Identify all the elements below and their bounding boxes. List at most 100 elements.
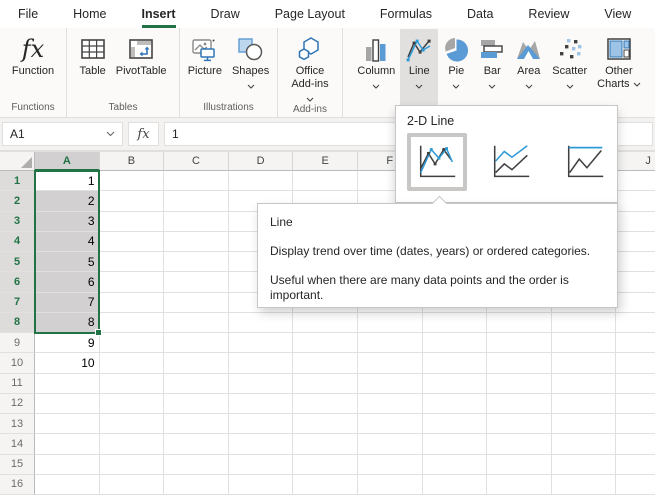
grid-cell[interactable]: [164, 353, 229, 373]
grid-cell[interactable]: [100, 313, 165, 333]
grid-cell[interactable]: [164, 333, 229, 353]
grid-cell[interactable]: [552, 313, 617, 333]
grid-cell[interactable]: [487, 353, 552, 373]
select-all-button[interactable]: [0, 152, 35, 171]
grid-cell[interactable]: [164, 191, 229, 211]
grid-cell[interactable]: [164, 394, 229, 414]
grid-cell[interactable]: [616, 394, 655, 414]
row-header[interactable]: 1: [0, 171, 35, 191]
grid-cell[interactable]: [616, 333, 655, 353]
column-header[interactable]: D: [229, 152, 294, 171]
grid-cell[interactable]: [35, 394, 100, 414]
row-header[interactable]: 9: [0, 333, 35, 353]
grid-cell[interactable]: [358, 374, 423, 394]
grid-cell[interactable]: 8: [35, 313, 100, 333]
row-header[interactable]: 4: [0, 232, 35, 252]
grid-cell[interactable]: [35, 455, 100, 475]
grid-cell[interactable]: [229, 394, 294, 414]
grid-cell[interactable]: [487, 455, 552, 475]
tab-file[interactable]: File: [18, 0, 38, 28]
row-header[interactable]: 10: [0, 353, 35, 373]
row-header[interactable]: 14: [0, 434, 35, 454]
column-header[interactable]: A: [35, 152, 100, 171]
grid-cell[interactable]: [100, 333, 165, 353]
grid-cell[interactable]: [229, 374, 294, 394]
grid-cell[interactable]: [100, 191, 165, 211]
column-header[interactable]: B: [100, 152, 165, 171]
grid-cell[interactable]: [164, 232, 229, 252]
grid-cell[interactable]: [616, 232, 655, 252]
tab-draw[interactable]: Draw: [211, 0, 240, 28]
grid-cell[interactable]: [616, 272, 655, 292]
table-button[interactable]: Table: [74, 29, 110, 100]
grid-cell[interactable]: [552, 414, 617, 434]
row-header[interactable]: 15: [0, 455, 35, 475]
column-header[interactable]: J: [616, 152, 655, 171]
grid-cell[interactable]: [552, 475, 617, 495]
grid-cell[interactable]: [423, 374, 488, 394]
grid-cell[interactable]: [100, 455, 165, 475]
row-header[interactable]: 6: [0, 272, 35, 292]
function-button[interactable]: fx Function: [7, 29, 59, 100]
grid-cell[interactable]: [164, 414, 229, 434]
grid-cell[interactable]: [552, 374, 617, 394]
column-header[interactable]: E: [293, 152, 358, 171]
grid-cell[interactable]: [552, 394, 617, 414]
grid-cell[interactable]: [487, 394, 552, 414]
grid-cell[interactable]: [164, 252, 229, 272]
grid-cell[interactable]: 7: [35, 293, 100, 313]
grid-cell[interactable]: [100, 434, 165, 454]
tab-view[interactable]: View: [604, 0, 631, 28]
tab-home[interactable]: Home: [73, 0, 106, 28]
line-chart-button[interactable]: Line: [400, 29, 438, 117]
grid-cell[interactable]: [293, 333, 358, 353]
grid-cell[interactable]: [229, 434, 294, 454]
grid-cell[interactable]: [35, 414, 100, 434]
grid-cell[interactable]: [358, 353, 423, 373]
grid-cell[interactable]: [293, 434, 358, 454]
grid-cell[interactable]: 10: [35, 353, 100, 373]
grid-cell[interactable]: [358, 434, 423, 454]
office-addins-button[interactable]: Office Add-ins: [286, 29, 333, 102]
name-box[interactable]: A1: [2, 122, 123, 146]
grid-cell[interactable]: 5: [35, 252, 100, 272]
grid-cell[interactable]: [358, 333, 423, 353]
grid-cell[interactable]: [423, 434, 488, 454]
shapes-button[interactable]: Shapes: [227, 29, 274, 100]
grid-cell[interactable]: [100, 374, 165, 394]
grid-cell[interactable]: [616, 414, 655, 434]
row-header[interactable]: 13: [0, 414, 35, 434]
grid-cell[interactable]: [358, 313, 423, 333]
option-line[interactable]: [407, 133, 467, 191]
grid-cell[interactable]: [616, 353, 655, 373]
grid-cell[interactable]: [358, 455, 423, 475]
grid-cell[interactable]: [229, 455, 294, 475]
grid-cell[interactable]: [616, 212, 655, 232]
grid-cell[interactable]: [100, 353, 165, 373]
grid-cell[interactable]: [229, 475, 294, 495]
pivottable-button[interactable]: PivotTable: [111, 29, 172, 100]
row-header[interactable]: 7: [0, 293, 35, 313]
grid-cell[interactable]: [100, 171, 165, 191]
grid-cell[interactable]: 6: [35, 272, 100, 292]
grid-cell[interactable]: [164, 374, 229, 394]
grid-cell[interactable]: [100, 293, 165, 313]
grid-cell[interactable]: [423, 394, 488, 414]
grid-cell[interactable]: [35, 374, 100, 394]
grid-cell[interactable]: 3: [35, 212, 100, 232]
grid-cell[interactable]: [164, 212, 229, 232]
area-chart-button[interactable]: Area: [510, 29, 547, 117]
tab-page-layout[interactable]: Page Layout: [275, 0, 345, 28]
grid-cell[interactable]: [487, 475, 552, 495]
grid-cell[interactable]: [100, 252, 165, 272]
grid-cell[interactable]: [616, 475, 655, 495]
row-header[interactable]: 11: [0, 374, 35, 394]
bar-chart-button[interactable]: Bar: [474, 29, 510, 117]
grid-cell[interactable]: [293, 475, 358, 495]
tab-review[interactable]: Review: [528, 0, 569, 28]
grid-cell[interactable]: [100, 232, 165, 252]
grid-cell[interactable]: [616, 434, 655, 454]
scatter-chart-button[interactable]: Scatter: [547, 29, 592, 117]
grid-cell[interactable]: [100, 414, 165, 434]
grid-cell[interactable]: [35, 475, 100, 495]
